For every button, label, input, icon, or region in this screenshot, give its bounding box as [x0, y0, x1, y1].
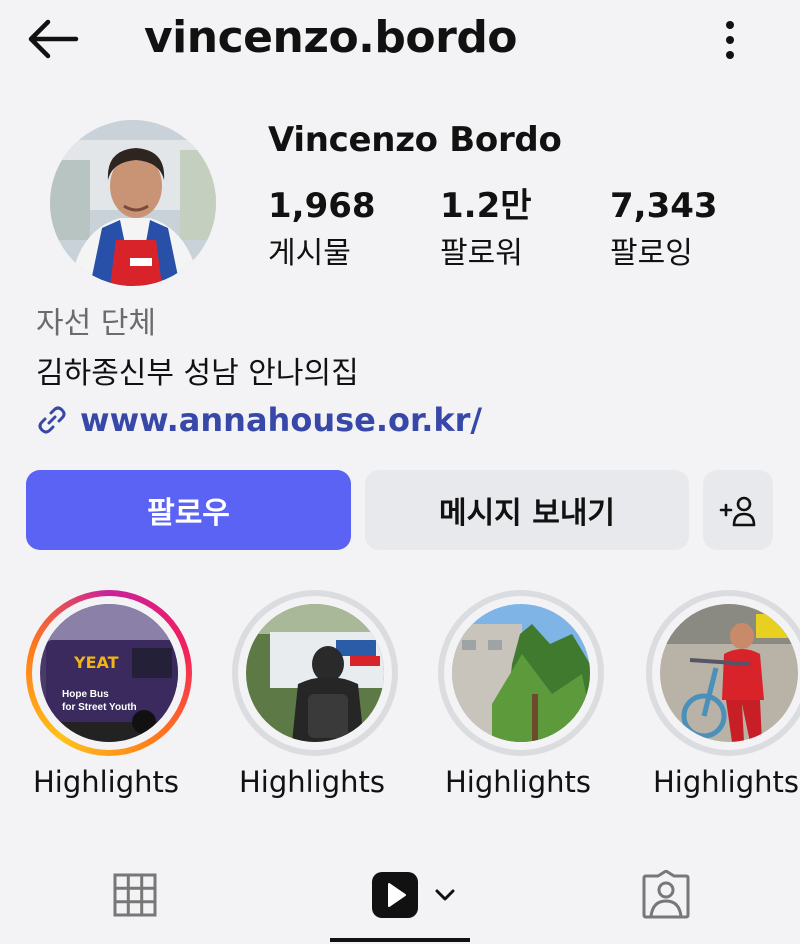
avatar[interactable]: [50, 120, 216, 286]
message-button[interactable]: 메시지 보내기: [365, 470, 689, 550]
back-button[interactable]: [24, 14, 84, 64]
following-stat[interactable]: 7,343 팔로잉: [610, 184, 718, 276]
reels-icon: [372, 872, 418, 918]
profile-username: vincenzo.bordo: [144, 12, 518, 63]
link-icon: [38, 406, 66, 434]
highlight-thumbnail: YEAT Hope Bus for Street Youth: [40, 604, 178, 742]
arrow-left-icon: [28, 19, 79, 59]
highlight-label: Highlights: [32, 765, 180, 799]
highlight-caption-line1: Hope Bus: [62, 689, 109, 700]
grid-icon: [113, 873, 157, 917]
highlight-thumbnail: [246, 604, 384, 742]
followers-count: 1.2만: [440, 186, 532, 226]
highlight-caption-line2: for Street Youth: [62, 702, 137, 713]
highlight-label: Highlights: [652, 765, 800, 799]
chevron-down-icon: [435, 889, 455, 901]
tab-tagged[interactable]: [630, 860, 702, 930]
highlight-label: Highlights: [238, 765, 386, 799]
tagged-icon: [642, 870, 690, 919]
selected-tab-indicator: [330, 938, 470, 942]
profile-category: 자선 단체: [36, 306, 156, 341]
top-bar: vincenzo.bordo: [0, 0, 800, 80]
profile-bio: 김하종신부 성남 안나의집: [36, 356, 359, 391]
profile-full-name: Vincenzo Bordo: [268, 120, 562, 160]
svg-text:YEAT: YEAT: [73, 653, 119, 672]
more-options-button[interactable]: [712, 16, 748, 64]
highlight-label: Highlights: [444, 765, 592, 799]
profile-link-text: www.annahouse.or.kr/: [80, 401, 483, 439]
posts-stat[interactable]: 1,968 게시물: [268, 184, 376, 276]
tab-posts-grid[interactable]: [100, 860, 170, 930]
followers-label: 팔로워: [440, 236, 523, 271]
more-vertical-icon: [726, 21, 734, 59]
highlight-thumbnail: [660, 604, 798, 742]
followers-stat[interactable]: 1.2만 팔로워: [440, 184, 532, 276]
following-count: 7,343: [610, 186, 718, 226]
highlight-thumbnail: [452, 604, 590, 742]
posts-label: 게시물: [268, 236, 351, 271]
following-label: 팔로잉: [610, 236, 693, 271]
add-user-icon: [719, 496, 756, 527]
follow-button[interactable]: 팔로우: [26, 470, 351, 550]
avatar-photo: [50, 120, 216, 286]
suggested-users-button[interactable]: [703, 470, 773, 550]
tab-reels[interactable]: [360, 860, 470, 930]
posts-count: 1,968: [268, 186, 376, 226]
profile-link[interactable]: www.annahouse.or.kr/: [36, 398, 482, 442]
profile-tab-bar: [0, 852, 800, 944]
